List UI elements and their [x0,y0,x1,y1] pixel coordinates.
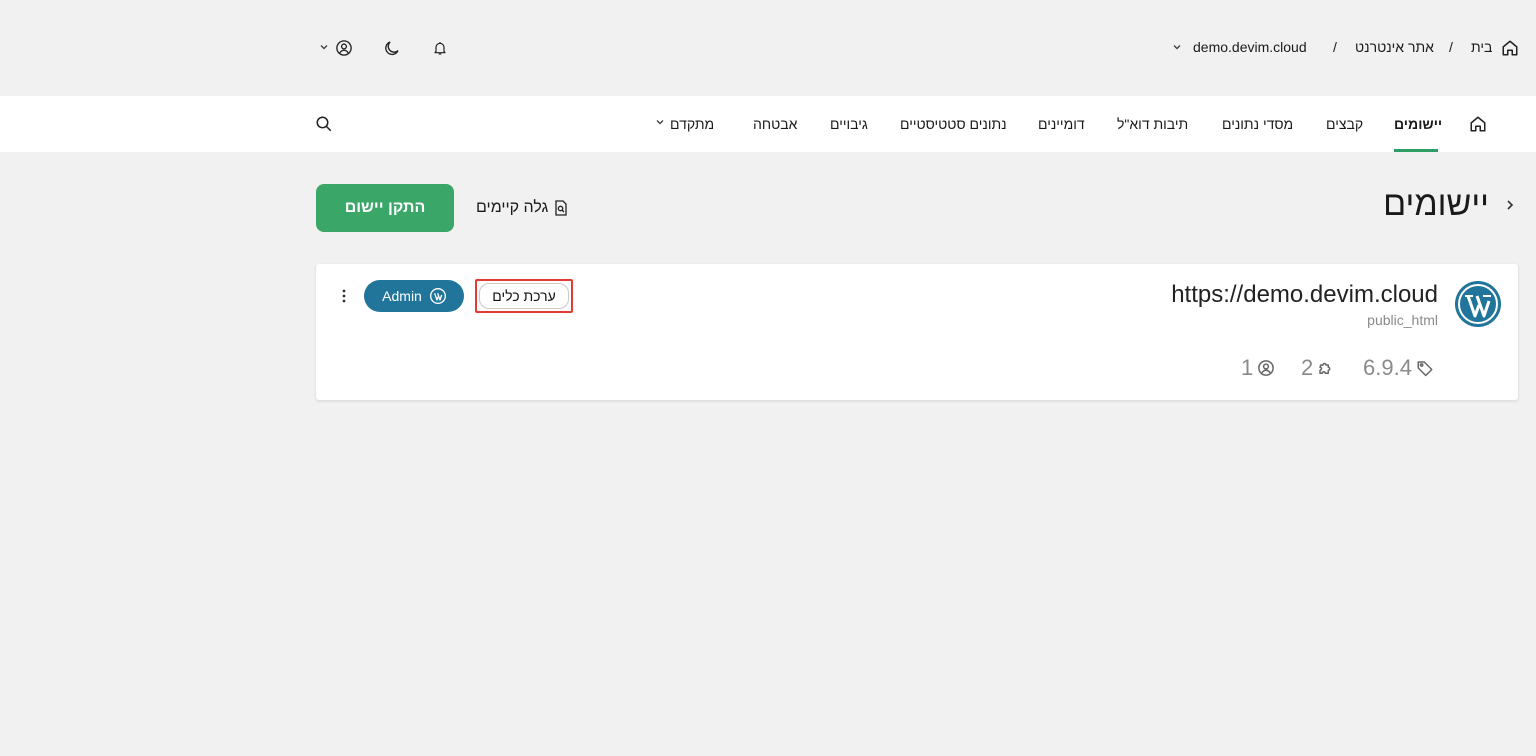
wordpress-logo-icon [429,288,446,304]
users-stat: 1 [1241,354,1275,382]
breadcrumb-home[interactable]: בית [1471,36,1492,58]
site-url-link[interactable]: https://demo.devim.cloud [1171,281,1438,309]
user-circle-icon [1257,359,1275,377]
active-tab-indicator [1394,149,1438,152]
page-title: יישומים [1383,185,1489,223]
site-path: public_html [1367,312,1438,328]
users-count: 1 [1241,355,1254,380]
home-icon[interactable] [1468,114,1488,134]
chevron-down-icon[interactable] [1171,41,1183,53]
breadcrumb-separator: / [1333,39,1337,55]
toolkit-label: ערכת כלים [479,283,569,309]
kebab-icon[interactable] [336,286,352,306]
search-icon[interactable] [313,113,335,135]
wordpress-logo-icon [1454,280,1502,328]
moon-icon[interactable] [382,38,402,58]
home-icon[interactable] [1500,38,1520,58]
tab-backups[interactable]: גיבויים [830,96,868,152]
document-search-icon [554,200,568,216]
tab-mailboxes[interactable]: תיבות דוא"ל [1117,96,1188,152]
admin-label: Admin [382,288,422,304]
bell-icon[interactable] [430,38,450,58]
tab-statistics[interactable]: נתונים סטטיסטיים [900,96,1007,152]
tag-icon [1416,359,1434,377]
version-stat: 6.9.4 [1363,354,1434,382]
main-nav: יישומים קבצים מסדי נתונים תיבות דוא"ל דו… [0,96,1536,152]
puzzle-icon [1317,359,1335,377]
breadcrumb-section[interactable]: אתר אינטרנט [1355,36,1434,58]
tab-advanced[interactable]: מתקדם [670,96,714,152]
wordpress-admin-button[interactable]: Admin [364,280,464,312]
breadcrumb-separator: / [1449,39,1453,55]
chevron-down-icon[interactable] [654,116,666,128]
tab-domains[interactable]: דומיינים [1038,96,1085,152]
install-application-button[interactable]: התקן יישום [316,184,454,232]
tab-files[interactable]: קבצים [1326,96,1363,152]
breadcrumb-domain[interactable]: demo.devim.cloud [1193,36,1307,58]
chevron-down-icon[interactable] [318,41,330,53]
tab-security[interactable]: אבטחה [753,96,797,152]
toolkit-button[interactable]: ערכת כלים [475,279,573,313]
plugins-count: 2 [1301,355,1314,380]
tab-applications[interactable]: יישומים [1394,96,1442,152]
tab-databases[interactable]: מסדי נתונים [1222,96,1293,152]
chevron-right-icon[interactable] [1503,198,1517,212]
discover-existing-label: גלה קיימים [476,199,549,216]
plugins-stat: 2 [1301,354,1335,382]
discover-existing-button[interactable]: גלה קיימים [476,196,568,220]
user-circle-icon[interactable] [334,38,354,58]
version-value: 6.9.4 [1363,355,1412,380]
